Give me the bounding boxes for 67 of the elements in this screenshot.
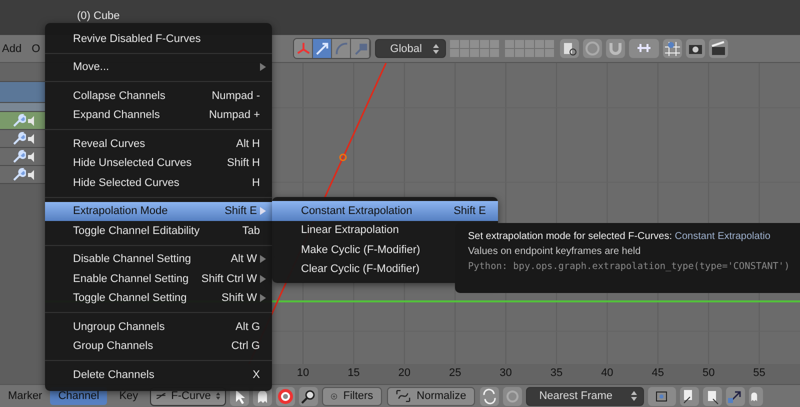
channel-row[interactable] [0,166,45,184]
updown-icon [433,44,440,54]
normalize-button[interactable]: Normalize [387,386,476,406]
plus-icon [331,390,338,402]
menu-item[interactable]: Expand Channels Numpad + [45,106,272,125]
copy-icon[interactable] [680,386,700,406]
wrench-icon [12,114,26,128]
frame-number: 25 [448,367,462,379]
manipulator-toggle[interactable] [313,39,332,58]
frame-number: 35 [550,367,563,379]
channel-row[interactable] [0,112,45,130]
manipulator-toggle[interactable] [294,39,314,58]
tooltip-description: Values on endpoint keyframes are held [468,246,642,257]
flip-icon[interactable] [726,386,746,406]
menu-item[interactable]: Delete Channels X [45,365,272,384]
frame-number: 20 [398,367,411,379]
menu-item[interactable]: Group Channels Ctrl G [45,336,272,356]
updown-icon [631,391,638,401]
magnet-icon[interactable] [606,39,626,58]
arrow-icon [314,40,331,57]
menu-item[interactable]: Constant Extrapolation Shift E [272,201,498,220]
header-menu[interactable]: Marker [0,387,50,405]
wrench-icon [12,150,26,164]
menu-item[interactable]: Enable Channel Setting Shift Ctrl W [45,269,272,288]
menu-item[interactable]: Toggle Channel Editability Tab [45,221,272,240]
paste-icon[interactable] [703,386,722,406]
manipulator-toggle[interactable] [351,39,370,58]
refresh-icon[interactable] [480,386,500,406]
frame-number: 45 [652,367,664,379]
tooltip-title: Set extrapolation mode for selected F-Curves: Constant Extrapolatio [468,231,772,242]
menu-item[interactable]: Ungroup Channels Alt G [45,317,272,336]
snap-dropdown[interactable]: Nearest Frame [526,386,644,406]
object-label: (0) Cube [77,10,120,22]
wrench-icon [12,132,26,146]
zoom-icon[interactable] [299,386,318,406]
manipulator-toggle[interactable] [332,39,352,58]
tooltip-python: Python: bpy.ops.graph.extrapolation_type(type='CONSTANT') [468,261,791,272]
menu-item[interactable]: Disable Channel Setting Alt W [45,250,272,269]
snap-icon[interactable] [629,39,660,58]
pivot-icon[interactable] [648,386,676,406]
channel-row[interactable] [0,130,45,148]
clapperboard-icon[interactable] [709,39,728,58]
orientation-dropdown[interactable]: Global [375,39,446,58]
header-menu[interactable]: Add [0,42,30,54]
frame-number: 30 [500,367,512,379]
channel-row[interactable] [0,148,45,166]
camera-icon[interactable] [686,39,706,58]
frame-number: 40 [601,367,614,379]
menu-item[interactable]: Collapse Channels Numpad - [45,86,272,106]
wrench-icon [12,168,26,182]
updown-icon [216,391,220,401]
snap-grid-icon[interactable] [663,39,682,58]
filters-button[interactable]: Filters [322,386,382,406]
frame-number: 55 [753,367,766,379]
menu-item[interactable]: Hide Unselected Curves Shift H [45,154,272,173]
frame-number: 15 [348,367,360,379]
menu-item[interactable]: Reveal Curves Alt H [45,134,272,154]
menu-item[interactable]: Move... [45,58,272,77]
normalize-icon [396,389,411,403]
menu-item[interactable]: Hide Selected Curves H [45,173,272,192]
lifebuoy-icon[interactable] [276,386,296,406]
frame-number: 50 [702,367,715,379]
axes-icon [294,40,312,57]
curve-icon [156,390,166,402]
menu-item[interactable]: Extrapolation Mode Shift E [45,202,272,221]
menu-item[interactable]: Toggle Channel Setting Shift W [45,288,272,308]
frame-number: 10 [296,367,310,379]
